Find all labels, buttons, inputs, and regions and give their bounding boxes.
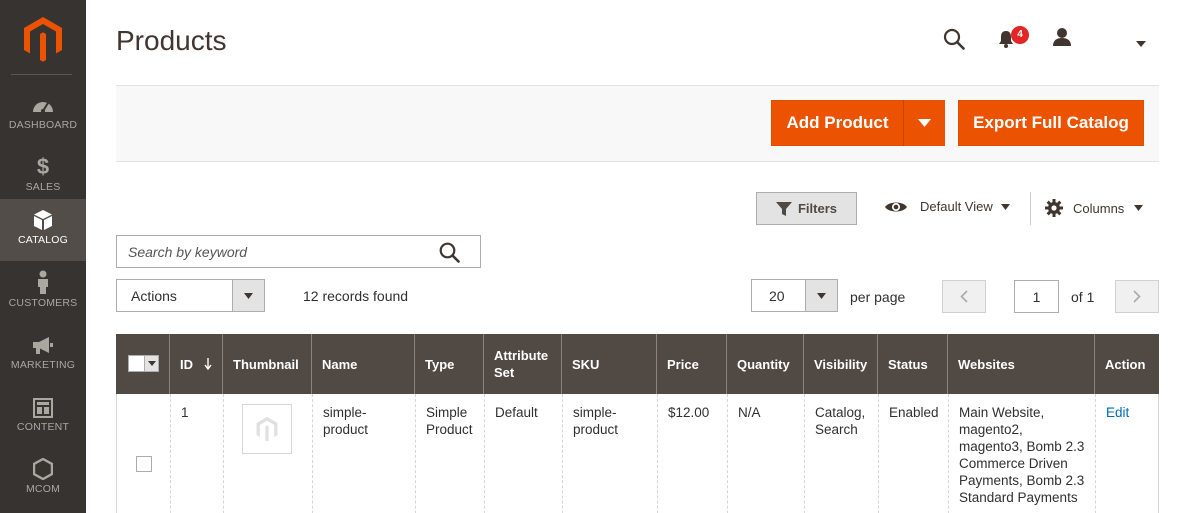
products-grid: ID Thumbnail Name Type Attribute Set SKU… — [116, 334, 1159, 513]
column-header-name[interactable]: Name — [311, 334, 414, 394]
filters-label: Filters — [797, 201, 837, 216]
row-select-cell — [117, 394, 170, 513]
per-page-dropdown[interactable]: 20 — [751, 279, 838, 312]
search-icon[interactable] — [943, 28, 965, 55]
cell-sku: simple-product — [562, 394, 657, 513]
mass-actions-dropdown[interactable]: Actions — [116, 279, 265, 312]
cell-websites: Main Website, magento2, magento3, Bomb 2… — [948, 394, 1095, 513]
sort-arrow-down-icon — [204, 358, 212, 370]
select-all-checkbox[interactable] — [129, 356, 144, 371]
column-header-type[interactable]: Type — [414, 334, 483, 394]
column-header-sku[interactable]: SKU — [561, 334, 656, 394]
sidebar-item-label: MCOM — [25, 483, 61, 495]
sidebar-item-mcom[interactable]: MCOM — [0, 448, 86, 510]
magento-logo-icon[interactable] — [23, 16, 63, 62]
column-header-quantity[interactable]: Quantity — [726, 334, 803, 394]
records-found-count: 12 records found — [303, 288, 409, 304]
chevron-down-icon — [918, 119, 931, 127]
cell-quantity: N/A — [727, 394, 804, 513]
notification-count-badge: 4 — [1011, 26, 1029, 44]
cell-name: simple-product — [312, 394, 415, 513]
default-view-dropdown[interactable]: Default View — [884, 199, 1010, 214]
toolbar-divider — [1030, 192, 1031, 225]
sidebar-item-content[interactable]: CONTENT — [0, 386, 86, 448]
megaphone-icon — [31, 330, 55, 356]
product-thumbnail-placeholder-icon[interactable] — [242, 404, 292, 454]
cell-action: Edit — [1095, 394, 1159, 513]
sidebar-item-dashboard[interactable]: DASHBOARD — [0, 84, 86, 146]
cell-type: Simple Product — [415, 394, 484, 513]
export-full-catalog-button[interactable]: Export Full Catalog — [958, 100, 1144, 146]
cell-price: $12.00 — [657, 394, 727, 513]
cell-thumbnail — [223, 394, 312, 513]
filters-button[interactable]: Filters — [756, 192, 857, 225]
sidebar-item-label: CUSTOMERS — [8, 297, 78, 309]
cell-id: 1 — [170, 394, 223, 513]
cell-attribute-set: Default — [484, 394, 562, 513]
sidebar-item-label: CATALOG — [17, 234, 69, 246]
sidebar-item-catalog[interactable]: CATALOG — [0, 199, 86, 261]
columns-label: Columns — [1073, 200, 1125, 216]
column-header-id[interactable]: ID — [169, 334, 222, 394]
keyword-search-input[interactable] — [117, 236, 437, 267]
column-header-thumbnail[interactable]: Thumbnail — [222, 334, 311, 394]
sidebar-item-label: CONTENT — [16, 421, 70, 433]
column-header-label: ID — [180, 356, 193, 372]
column-header-action: Action — [1094, 334, 1159, 394]
account-chevron-down-icon[interactable] — [1136, 34, 1146, 52]
dollar-icon: $ — [36, 154, 50, 179]
select-all-multiselect[interactable] — [128, 355, 159, 372]
sidebar-item-label: DASHBOARD — [8, 119, 78, 131]
total-pages-label: of 1 — [1071, 289, 1095, 305]
chevron-left-icon — [960, 290, 968, 303]
column-header-visibility[interactable]: Visibility — [803, 334, 877, 394]
layout-icon — [33, 392, 53, 418]
dashboard-icon — [32, 90, 54, 116]
cell-visibility: Catalog, Search — [804, 394, 878, 513]
filter-funnel-icon — [775, 201, 792, 216]
column-header-websites[interactable]: Websites — [947, 334, 1094, 394]
chevron-down-icon — [144, 356, 158, 371]
sidebar-item-label: SALES — [25, 181, 61, 193]
per-page-label: per page — [850, 289, 906, 305]
chevron-right-icon — [1133, 290, 1141, 303]
add-product-button[interactable]: Add Product — [771, 100, 904, 146]
eye-icon — [885, 202, 907, 211]
sidebar-item-marketing[interactable]: MARKETING — [0, 324, 86, 386]
page-title: Products — [116, 25, 227, 56]
edit-product-link[interactable]: Edit — [1106, 405, 1129, 420]
view-label: Default View — [920, 199, 993, 214]
box-icon — [33, 205, 53, 231]
cell-status: Enabled — [878, 394, 948, 513]
next-page-button[interactable] — [1115, 280, 1159, 313]
per-page-value: 20 — [769, 288, 785, 304]
actions-label: Actions — [131, 288, 177, 304]
sidebar-item-customers[interactable]: CUSTOMERS — [0, 262, 86, 324]
keyword-search-box — [116, 235, 481, 268]
column-header-attribute-set[interactable]: Attribute Set — [483, 334, 561, 394]
table-row: 1 simple-product Simple Product Default … — [116, 394, 1159, 513]
sidebar-divider — [11, 74, 72, 75]
chevron-down-icon — [1134, 205, 1144, 211]
grid-header-row: ID Thumbnail Name Type Attribute Set SKU… — [116, 334, 1159, 394]
select-all-column-header — [116, 334, 169, 394]
column-header-price[interactable]: Price — [656, 334, 726, 394]
user-account-icon[interactable] — [1052, 27, 1072, 52]
chevron-down-icon — [805, 280, 837, 311]
column-header-status[interactable]: Status — [877, 334, 947, 394]
search-icon[interactable] — [439, 242, 460, 268]
gear-icon — [1045, 199, 1063, 217]
chevron-down-icon — [1000, 203, 1010, 210]
add-product-options-button[interactable] — [903, 100, 945, 146]
admin-sidebar: DASHBOARD $ SALES CATALOG CUSTOMERS MARK… — [0, 0, 86, 513]
hexagon-icon — [33, 454, 53, 480]
sidebar-item-label: MARKETING — [10, 359, 76, 371]
columns-dropdown[interactable]: Columns — [1045, 199, 1144, 217]
previous-page-button[interactable] — [942, 280, 986, 313]
row-select-checkbox[interactable] — [136, 456, 152, 472]
person-icon — [36, 268, 50, 294]
chevron-down-icon — [232, 280, 264, 311]
current-page-input[interactable] — [1014, 280, 1059, 313]
